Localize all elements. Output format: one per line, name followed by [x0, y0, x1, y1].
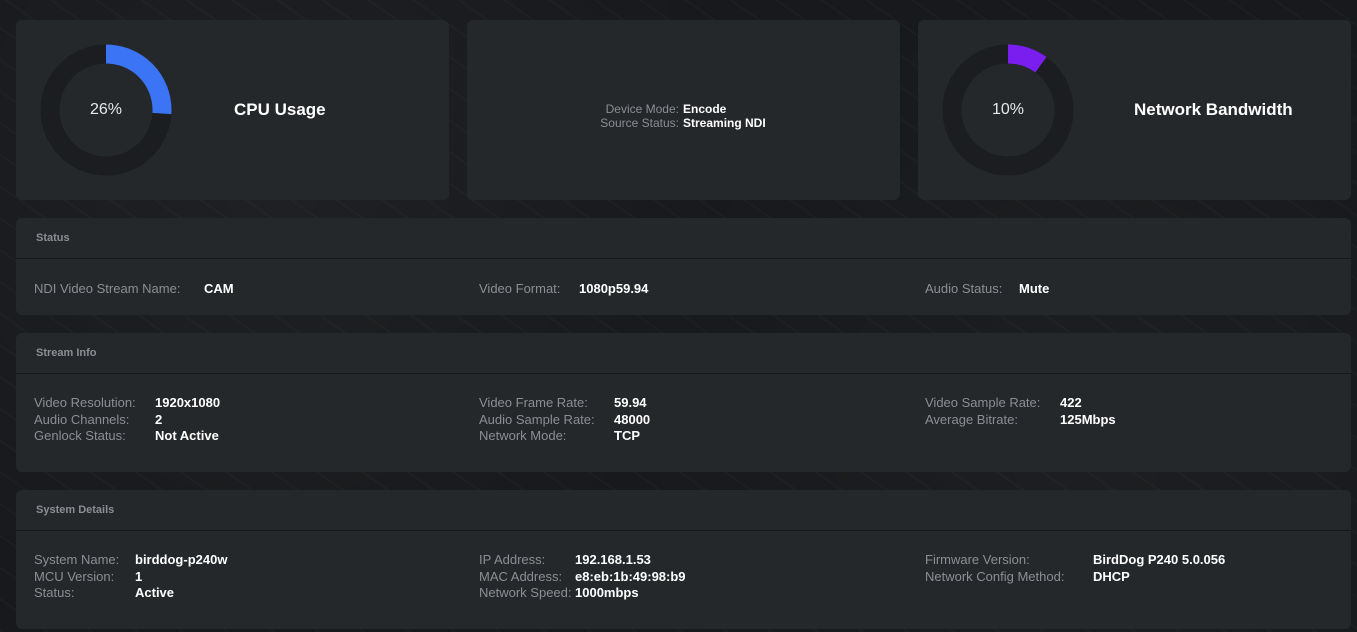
- video-frame-rate-label: Video Frame Rate:: [479, 395, 588, 410]
- average-bitrate-label: Average Bitrate:: [925, 411, 1018, 427]
- system-status-label: Status:: [34, 585, 75, 600]
- device-mode-row: Device Mode: Encode: [467, 102, 900, 116]
- audio-sample-rate-label: Audio Sample Rate:: [479, 411, 595, 427]
- stream-info-heading: Stream Info: [16, 333, 1351, 374]
- mcu-version-label: MCU Version:: [34, 568, 115, 584]
- cpu-usage-value: 26%: [89, 101, 123, 118]
- genlock-status-label: Genlock Status:: [34, 428, 126, 443]
- source-status-label: Source Status:: [600, 116, 679, 130]
- cpu-gauge: 26%: [40, 44, 172, 176]
- firmware-version-row: Firmware Version: BirdDog P240 5.0.056: [925, 552, 1225, 569]
- ip-address-row: IP Address: 192.168.1.53: [479, 552, 686, 569]
- network-bandwidth-title: Network Bandwidth: [1134, 100, 1293, 119]
- audio-sample-rate-row: Audio Sample Rate: 48000: [479, 412, 650, 429]
- audio-status-label: Audio Status:: [925, 281, 1003, 296]
- system-status-value: Active: [135, 585, 175, 600]
- firmware-version-label: Firmware Version:: [925, 552, 1030, 567]
- video-frame-rate-value: 59.94: [614, 395, 647, 410]
- mcu-version-value: 1: [135, 568, 143, 584]
- video-format-value: 1080p59.94: [579, 281, 649, 296]
- video-sample-rate-value: 422: [1060, 395, 1082, 410]
- stream-info-panel: Stream Info Video Resolution: 1920x1080 …: [16, 333, 1351, 472]
- audio-sample-rate-value: 48000: [614, 411, 651, 427]
- system-details-panel: System Details System Name: birddog-p240…: [16, 490, 1351, 629]
- system-name-label: System Name:: [34, 552, 120, 567]
- ndi-stream-name-label: NDI Video Stream Name:: [34, 281, 181, 296]
- video-resolution-label: Video Resolution:: [34, 395, 136, 410]
- network-mode-value: TCP: [614, 428, 640, 443]
- network-config-method-row: Network Config Method: DHCP: [925, 569, 1225, 586]
- mac-address-value: e8:eb:1b:49:98:b9: [575, 568, 686, 584]
- system-name-row: System Name: birddog-p240w: [34, 552, 227, 569]
- genlock-status-row: Genlock Status: Not Active: [34, 428, 220, 445]
- source-status-value: Streaming NDI: [683, 116, 766, 130]
- source-status-row: Source Status: Streaming NDI: [467, 116, 900, 130]
- ip-address-label: IP Address:: [479, 552, 546, 567]
- average-bitrate-value: 125Mbps: [1060, 411, 1116, 427]
- device-mode-value: Encode: [683, 102, 727, 116]
- video-sample-rate-label: Video Sample Rate:: [925, 395, 1041, 410]
- video-sample-rate-row: Video Sample Rate: 422: [925, 395, 1116, 412]
- network-mode-row: Network Mode: TCP: [479, 428, 650, 445]
- video-frame-rate-row: Video Frame Rate: 59.94: [479, 395, 650, 412]
- mac-address-label: MAC Address:: [479, 568, 563, 584]
- network-gauge: 10%: [942, 44, 1074, 176]
- network-speed-label: Network Speed:: [479, 585, 572, 600]
- audio-channels-value: 2: [155, 411, 163, 427]
- network-config-method-value: DHCP: [1093, 568, 1130, 584]
- network-bandwidth-card: 10% Network Bandwidth: [918, 20, 1351, 200]
- network-bandwidth-value: 10%: [991, 101, 1025, 118]
- video-format-label: Video Format:: [479, 281, 561, 296]
- audio-status-row: Audio Status: Mute: [925, 281, 1049, 298]
- video-format-row: Video Format: 1080p59.94: [479, 281, 648, 298]
- network-config-method-label: Network Config Method:: [925, 568, 1065, 584]
- video-resolution-row: Video Resolution: 1920x1080: [34, 395, 220, 412]
- mac-address-row: MAC Address: e8:eb:1b:49:98:b9: [479, 569, 686, 586]
- device-mode-label: Device Mode:: [605, 102, 679, 116]
- average-bitrate-row: Average Bitrate: 125Mbps: [925, 412, 1116, 429]
- audio-channels-label: Audio Channels:: [34, 411, 130, 427]
- firmware-version-value: BirdDog P240 5.0.056: [1093, 552, 1226, 567]
- system-details-heading: System Details: [16, 490, 1351, 531]
- ndi-stream-name-value: CAM: [204, 281, 234, 296]
- ip-address-value: 192.168.1.53: [575, 552, 651, 567]
- genlock-status-value: Not Active: [155, 428, 219, 443]
- system-status-row: Status: Active: [34, 585, 227, 602]
- device-mode-card: Device Mode: Encode Source Status: Strea…: [467, 20, 900, 200]
- audio-channels-row: Audio Channels: 2: [34, 412, 220, 429]
- dashboard: 26% CPU Usage Device Mode: Encode Source…: [0, 0, 1357, 632]
- status-panel: Status NDI Video Stream Name: CAM Video …: [16, 218, 1351, 315]
- network-mode-label: Network Mode:: [479, 428, 567, 443]
- cpu-usage-card: 26% CPU Usage: [16, 20, 449, 200]
- audio-status-value: Mute: [1019, 281, 1050, 296]
- mcu-version-row: MCU Version: 1: [34, 569, 227, 586]
- system-name-value: birddog-p240w: [135, 552, 228, 567]
- network-speed-value: 1000mbps: [575, 585, 639, 600]
- ndi-stream-name-row: NDI Video Stream Name: CAM: [34, 281, 234, 298]
- video-resolution-value: 1920x1080: [155, 395, 221, 410]
- network-speed-row: Network Speed: 1000mbps: [479, 585, 686, 602]
- cpu-usage-title: CPU Usage: [234, 100, 326, 119]
- status-heading: Status: [16, 218, 1351, 259]
